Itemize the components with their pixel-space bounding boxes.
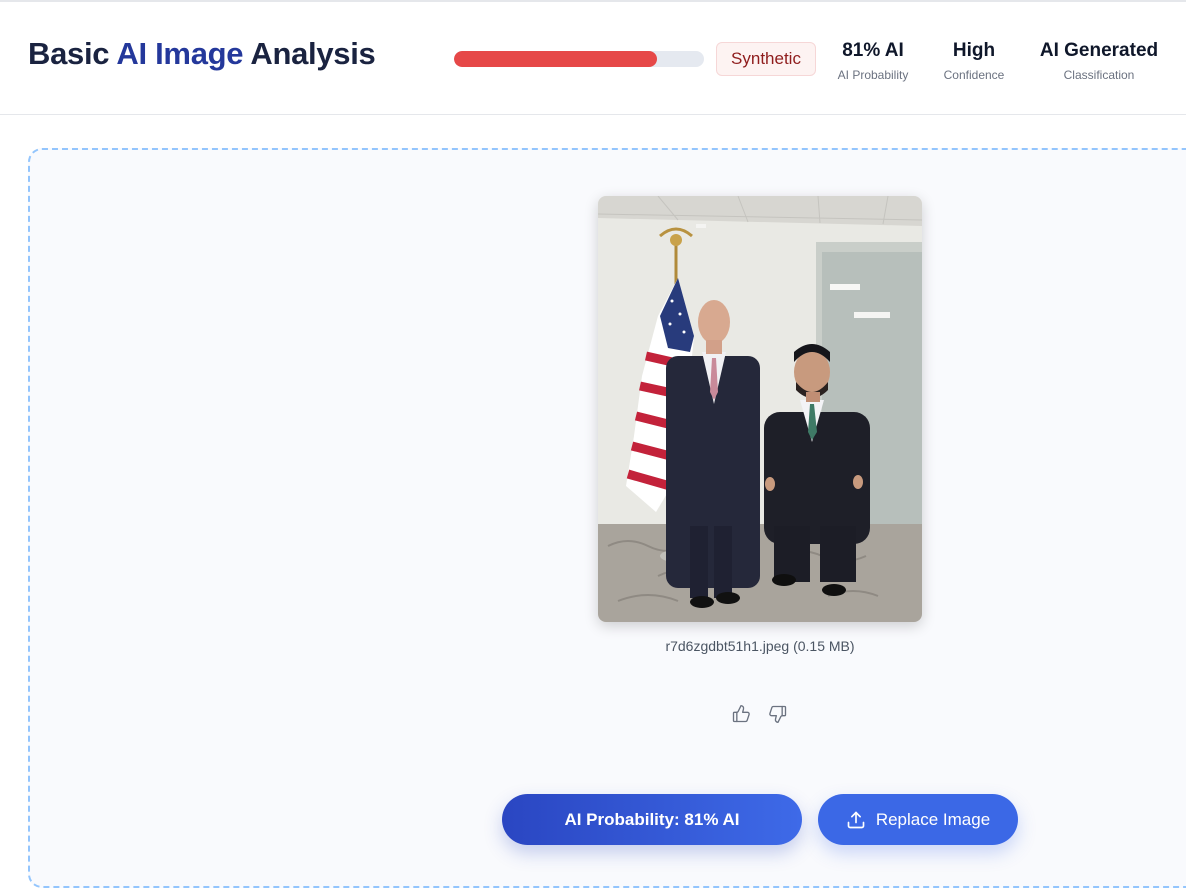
replace-image-button[interactable]: Replace Image	[818, 794, 1018, 845]
file-name-label: r7d6zgdbt51h1.jpeg (0.15 MB)	[665, 638, 855, 654]
title-word-analysis: Analysis	[250, 36, 376, 71]
stat-value: High	[952, 40, 996, 61]
replace-image-label: Replace Image	[875, 809, 991, 829]
stat-value: AI Generated	[1039, 40, 1159, 61]
ai-probability-button[interactable]: AI Probability: 81% AI	[502, 794, 802, 845]
upload-icon	[847, 811, 865, 828]
thumbs-up-icon[interactable]	[731, 704, 751, 724]
stat-value: 81% AI	[842, 40, 904, 61]
stat-classification: AI Generated Classification	[1032, 40, 1166, 82]
stat-label: Confidence	[943, 68, 1005, 82]
uploaded-image-preview	[598, 196, 922, 622]
thumbs-down-icon[interactable]	[768, 704, 788, 724]
stat-ai-probability: 81% AI AI Probability	[828, 40, 918, 82]
stat-label: AI Probability	[837, 68, 909, 82]
uploaded-photo-illustration	[598, 196, 922, 622]
title-word-ai-image: AI Image	[116, 36, 244, 71]
ai-probability-bar-fill	[454, 51, 657, 67]
ai-probability-bar	[454, 51, 704, 67]
status-badge: Synthetic	[716, 42, 816, 76]
page-title: Basic AI Image Analysis	[28, 36, 376, 72]
stat-label: Classification	[1063, 68, 1135, 82]
title-word-basic: Basic	[28, 36, 110, 71]
stat-confidence: High Confidence	[929, 40, 1019, 82]
analysis-header: Basic AI Image Analysis Synthetic 81% AI…	[0, 2, 1186, 115]
